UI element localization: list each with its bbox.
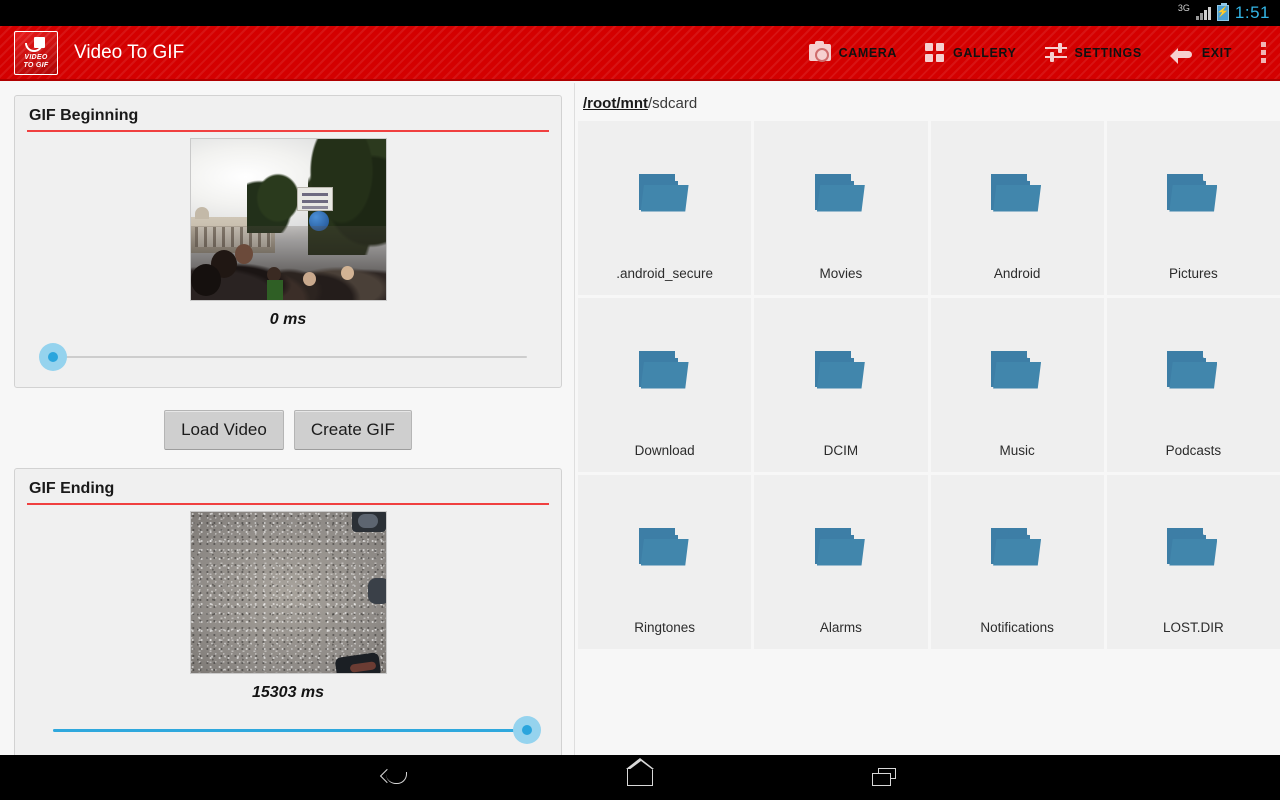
logo-line-2: TO GIF	[23, 62, 48, 70]
gif-ending-card: GIF Ending 15303 ms	[14, 468, 562, 761]
gif-ending-slider[interactable]	[27, 714, 549, 746]
folder-icon	[815, 528, 867, 568]
file-cell[interactable]: Ringtones	[578, 475, 751, 649]
back-icon	[382, 769, 408, 787]
folder-icon	[639, 174, 691, 214]
gif-ending-time: 15303 ms	[27, 684, 549, 702]
file-cell[interactable]: DCIM	[754, 298, 927, 472]
settings-sliders-icon	[1045, 43, 1067, 63]
file-label: LOST.DIR	[1163, 620, 1224, 635]
network-type-label: 3G	[1178, 4, 1190, 13]
gif-ending-title: GIF Ending	[27, 477, 549, 503]
breadcrumb: /root/mnt/sdcard	[575, 83, 1280, 121]
file-cell[interactable]: Download	[578, 298, 751, 472]
gif-beginning-title: GIF Beginning	[27, 104, 549, 130]
action-gallery[interactable]: GALLERY	[911, 26, 1030, 79]
editor-pane: GIF Beginning 0 ms	[0, 83, 575, 755]
file-cell[interactable]: Podcasts	[1107, 298, 1280, 472]
file-label: Podcasts	[1166, 443, 1222, 458]
slider-thumb[interactable]	[39, 343, 67, 371]
file-label: Movies	[819, 266, 862, 281]
folder-icon	[815, 351, 867, 391]
action-exit-label: EXIT	[1202, 46, 1232, 60]
file-cell[interactable]: Movies	[754, 121, 927, 295]
file-browser-pane: /root/mnt/sdcard .android_secure Movies An…	[575, 83, 1280, 755]
video-to-gif-glyph-icon	[25, 37, 47, 52]
file-label: .android_secure	[616, 266, 713, 281]
gif-ending-thumbnail[interactable]	[190, 511, 387, 674]
breadcrumb-root[interactable]: /root/mnt	[583, 95, 648, 112]
camera-icon	[809, 44, 831, 61]
app-root: 3G ⚡ 1:51 VIDEO TO GIF Video To GIF CAME…	[0, 0, 1280, 800]
file-cell[interactable]: .android_secure	[578, 121, 751, 295]
signal-bars-icon	[1196, 6, 1211, 20]
file-grid: .android_secure Movies Android Pictures Down…	[575, 121, 1280, 649]
file-label: Ringtones	[634, 620, 695, 635]
system-nav-bar	[0, 755, 1280, 800]
logo-line-1: VIDEO	[23, 54, 48, 62]
action-settings[interactable]: SETTINGS	[1031, 26, 1156, 79]
folder-icon	[991, 351, 1043, 391]
main-body: GIF Beginning 0 ms	[0, 83, 1280, 755]
folder-icon	[1167, 528, 1219, 568]
title-rule	[27, 503, 549, 505]
file-cell[interactable]: LOST.DIR	[1107, 475, 1280, 649]
slider-fill	[53, 729, 527, 732]
action-bar-actions: CAMERA GALLERY SETTINGS EXIT	[795, 26, 1280, 79]
breadcrumb-current: /sdcard	[648, 95, 697, 112]
gif-beginning-card: GIF Beginning 0 ms	[14, 95, 562, 388]
app-logo[interactable]: VIDEO TO GIF	[14, 31, 58, 75]
slider-thumb[interactable]	[513, 716, 541, 744]
title-rule	[27, 130, 549, 132]
gallery-grid-icon	[925, 43, 945, 63]
folder-icon	[639, 351, 691, 391]
battery-charging-icon: ⚡	[1217, 5, 1229, 21]
nav-home-button[interactable]	[610, 759, 670, 797]
file-label: Notifications	[980, 620, 1054, 635]
gif-beginning-thumbnail[interactable]	[190, 138, 387, 301]
gif-beginning-thumb-wrap	[27, 138, 549, 301]
file-label: Music	[999, 443, 1034, 458]
status-bar: 3G ⚡ 1:51	[0, 0, 1280, 26]
action-gallery-label: GALLERY	[953, 46, 1016, 60]
exit-back-arrow-icon	[1170, 44, 1194, 62]
home-icon	[627, 769, 653, 786]
file-cell[interactable]: Alarms	[754, 475, 927, 649]
file-label: DCIM	[824, 443, 859, 458]
gif-beginning-slider[interactable]	[27, 341, 549, 373]
action-bar: VIDEO TO GIF Video To GIF CAMERA GALLERY…	[0, 26, 1280, 81]
file-cell[interactable]: Music	[931, 298, 1104, 472]
file-label: Android	[994, 266, 1041, 281]
file-cell[interactable]: Notifications	[931, 475, 1104, 649]
action-settings-label: SETTINGS	[1075, 46, 1142, 60]
nav-back-button[interactable]	[365, 759, 425, 797]
load-video-button[interactable]: Load Video	[164, 410, 284, 450]
action-exit[interactable]: EXIT	[1156, 26, 1246, 79]
editor-buttons: Load Video Create GIF	[14, 410, 562, 450]
nav-recents-button[interactable]	[855, 759, 915, 797]
file-label: Alarms	[820, 620, 862, 635]
gif-ending-thumb-wrap	[27, 511, 549, 674]
recents-icon	[872, 768, 898, 788]
folder-icon	[1167, 351, 1219, 391]
action-camera-label: CAMERA	[839, 46, 897, 60]
file-cell[interactable]: Android	[931, 121, 1104, 295]
file-label: Pictures	[1169, 266, 1218, 281]
folder-icon	[639, 528, 691, 568]
file-cell[interactable]: Pictures	[1107, 121, 1280, 295]
clock-label: 1:51	[1235, 3, 1270, 23]
folder-icon	[815, 174, 867, 214]
folder-icon	[991, 174, 1043, 214]
app-title: Video To GIF	[74, 42, 184, 64]
folder-icon	[1167, 174, 1219, 214]
gif-beginning-time: 0 ms	[27, 311, 549, 329]
overflow-menu-icon[interactable]	[1246, 26, 1280, 79]
action-camera[interactable]: CAMERA	[795, 26, 911, 79]
slider-track	[53, 356, 527, 358]
create-gif-button[interactable]: Create GIF	[294, 410, 412, 450]
file-label: Download	[635, 443, 695, 458]
folder-icon	[991, 528, 1043, 568]
